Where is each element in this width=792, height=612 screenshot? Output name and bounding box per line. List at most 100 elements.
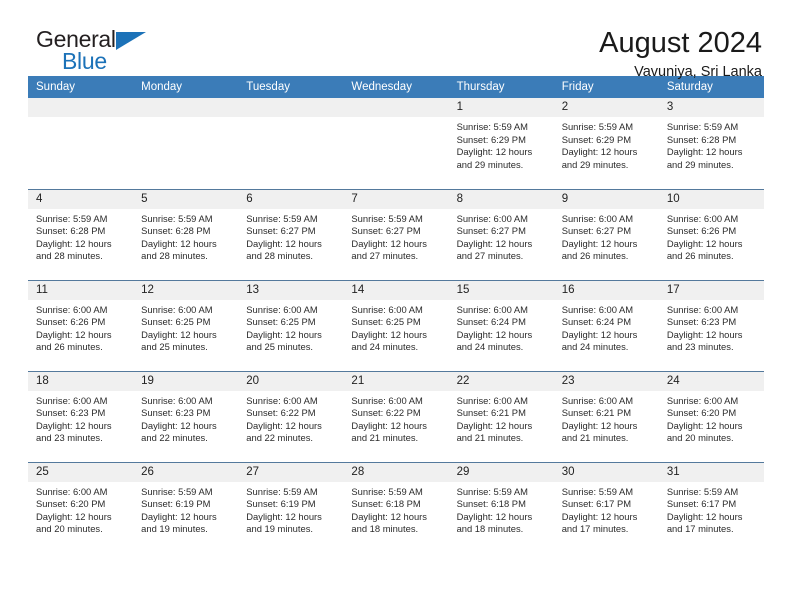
day-detail-line: Sunset: 6:18 PM [351, 498, 421, 510]
day-detail-line: and 26 minutes. [666, 250, 734, 262]
calendar-day-cell[interactable]: 5 Sunrise: 5:59 AM Sunset: 6:28 PM Daylight… [133, 188, 239, 280]
calendar-day-cell[interactable]: 2 Sunrise: 5:59 AM Sunset: 6:29 PM Daylight… [553, 98, 659, 189]
day-number: 5 [133, 189, 239, 209]
day-detail-line: Daylight: 12 hours [561, 146, 638, 158]
calendar-day-cell-empty [133, 98, 239, 189]
day-detail-line: Sunrise: 5:59 AM [36, 212, 108, 224]
calendar-day-cell[interactable]: 10 Sunrise: 6:00 AM Sunset: 6:26 PM Dayligh… [658, 188, 764, 280]
day-detail-line: and 18 minutes. [456, 523, 524, 535]
calendar-day-cell[interactable]: 26 Sunrise: 5:59 AM Sunset: 6:19 PM Dayligh… [133, 461, 239, 553]
day-number: 24 [658, 371, 764, 391]
calendar-day-cell[interactable]: 14 Sunrise: 6:00 AM Sunset: 6:25 PM Dayligh… [343, 279, 449, 371]
calendar-day-cell[interactable]: 22 Sunrise: 6:00 AM Sunset: 6:21 PM Dayligh… [448, 370, 554, 462]
calendar-day-cell[interactable]: 15 Sunrise: 6:00 AM Sunset: 6:24 PM Dayligh… [448, 279, 554, 371]
general-blue-logo[interactable]: General Blue [28, 26, 208, 78]
calendar-day-cell[interactable]: 20 Sunrise: 6:00 AM Sunset: 6:22 PM Dayligh… [238, 370, 344, 462]
day-detail-line: and 26 minutes. [561, 250, 629, 262]
day-number: 28 [343, 462, 449, 482]
calendar-day-cell[interactable]: 16 Sunrise: 6:00 AM Sunset: 6:24 PM Dayligh… [553, 279, 659, 371]
day-number: 3 [658, 98, 764, 117]
day-detail-line: and 19 minutes. [246, 523, 313, 535]
day-detail-line: Sunset: 6:21 PM [561, 407, 632, 419]
calendar-day-cell[interactable]: 17 Sunrise: 6:00 AM Sunset: 6:23 PM Dayligh… [658, 279, 764, 371]
day-detail-line: Sunset: 6:26 PM [36, 316, 106, 328]
day-details: Sunrise: 5:59 AM Sunset: 6:27 PM Daylight:… [343, 209, 448, 263]
weekday-header-sunday: Sunday [28, 76, 134, 98]
calendar-day-cell[interactable]: 19 Sunrise: 6:00 AM Sunset: 6:23 PM Dayligh… [133, 370, 239, 462]
day-detail-line: Sunset: 6:17 PM [561, 498, 632, 510]
day-detail-line: Sunset: 6:17 PM [666, 498, 737, 510]
day-details: Sunrise: 6:00 AM Sunset: 6:24 PM Daylight:… [554, 300, 659, 354]
day-number: 11 [28, 280, 134, 300]
day-detail-line: Daylight: 12 hours [36, 328, 112, 340]
calendar-day-cell[interactable]: 18 Sunrise: 6:00 AM Sunset: 6:23 PM Dayligh… [28, 370, 134, 462]
calendar-day-cell[interactable]: 4 Sunrise: 5:59 AM Sunset: 6:28 PM Daylight… [28, 188, 134, 280]
day-number [28, 98, 134, 117]
calendar-day-cell[interactable]: 29 Sunrise: 5:59 AM Sunset: 6:18 PM Dayligh… [448, 461, 554, 553]
day-detail-line: Sunset: 6:18 PM [456, 498, 526, 510]
day-detail-line: Sunset: 6:28 PM [141, 225, 211, 237]
day-details: Sunrise: 6:00 AM Sunset: 6:21 PM Daylight:… [554, 391, 659, 445]
calendar-page: General Blue August 2024 Vavuniya, Sri L… [0, 0, 792, 612]
day-detail-line: Daylight: 12 hours [36, 510, 112, 522]
calendar-day-cell[interactable]: 6 Sunrise: 5:59 AM Sunset: 6:27 PM Daylight… [238, 188, 344, 280]
day-number: 18 [28, 371, 134, 391]
day-detail-line: Sunrise: 6:00 AM [246, 394, 318, 406]
day-details: Sunrise: 6:00 AM Sunset: 6:22 PM Daylight:… [238, 391, 343, 445]
calendar-day-cell[interactable]: 28 Sunrise: 5:59 AM Sunset: 6:18 PM Dayligh… [343, 461, 449, 553]
day-detail-line: Sunset: 6:25 PM [246, 316, 316, 328]
calendar-day-cell[interactable]: 25 Sunrise: 6:00 AM Sunset: 6:20 PM Dayligh… [28, 461, 134, 553]
calendar-day-cell[interactable]: 1 Sunrise: 5:59 AM Sunset: 6:29 PM Daylight… [448, 98, 554, 189]
day-details: Sunrise: 5:59 AM Sunset: 6:19 PM Daylight:… [133, 482, 238, 536]
day-number: 30 [553, 462, 659, 482]
day-number: 20 [238, 371, 344, 391]
title-block: August 2024 Vavuniya, Sri Lanka [599, 26, 764, 83]
day-detail-line: Daylight: 12 hours [36, 419, 112, 431]
day-detail-line: and 29 minutes. [561, 158, 629, 170]
day-details: Sunrise: 6:00 AM Sunset: 6:26 PM Daylight:… [28, 300, 133, 354]
day-detail-line: Sunrise: 6:00 AM [561, 212, 634, 224]
calendar-day-cell-empty [28, 98, 134, 189]
day-detail-line: Sunset: 6:21 PM [456, 407, 526, 419]
calendar-day-cell[interactable]: 13 Sunrise: 6:00 AM Sunset: 6:25 PM Dayligh… [238, 279, 344, 371]
day-number [133, 98, 239, 117]
day-details: Sunrise: 6:00 AM Sunset: 6:23 PM Daylight:… [659, 300, 764, 354]
day-detail-line: Sunrise: 6:00 AM [456, 212, 528, 224]
calendar-day-cell[interactable]: 31 Sunrise: 5:59 AM Sunset: 6:17 PM Dayligh… [658, 461, 764, 553]
day-detail-line: and 24 minutes. [351, 341, 419, 353]
day-detail-line: Sunrise: 6:00 AM [351, 303, 423, 315]
calendar-day-cell[interactable]: 8 Sunrise: 6:00 AM Sunset: 6:27 PM Daylight… [448, 188, 554, 280]
calendar-day-cell[interactable]: 11 Sunrise: 6:00 AM Sunset: 6:26 PM Dayligh… [28, 279, 134, 371]
calendar-day-cell[interactable]: 12 Sunrise: 6:00 AM Sunset: 6:25 PM Dayligh… [133, 279, 239, 371]
day-detail-line: Daylight: 12 hours [666, 146, 743, 158]
calendar-day-cell[interactable]: 3 Sunrise: 5:59 AM Sunset: 6:28 PM Daylight… [658, 98, 764, 189]
day-number: 1 [448, 98, 554, 117]
calendar-day-cell[interactable]: 21 Sunrise: 6:00 AM Sunset: 6:22 PM Dayligh… [343, 370, 449, 462]
day-number: 16 [553, 280, 659, 300]
calendar-day-cell[interactable]: 7 Sunrise: 5:59 AM Sunset: 6:27 PM Daylight… [343, 188, 449, 280]
calendar-week-row: 25 Sunrise: 6:00 AM Sunset: 6:20 PM Dayligh… [28, 461, 764, 553]
day-details: Sunrise: 6:00 AM Sunset: 6:25 PM Daylight:… [343, 300, 448, 354]
day-detail-line: Sunrise: 6:00 AM [351, 394, 423, 406]
day-detail-line: and 29 minutes. [666, 158, 734, 170]
calendar-week-row: 18 Sunrise: 6:00 AM Sunset: 6:23 PM Dayligh… [28, 370, 764, 462]
day-details [133, 117, 238, 121]
day-detail-line: Sunset: 6:28 PM [666, 133, 737, 145]
day-detail-line: Sunset: 6:24 PM [456, 316, 526, 328]
calendar-day-cell[interactable]: 23 Sunrise: 6:00 AM Sunset: 6:21 PM Dayligh… [553, 370, 659, 462]
calendar-day-cell[interactable]: 30 Sunrise: 5:59 AM Sunset: 6:17 PM Dayligh… [553, 461, 659, 553]
day-detail-line: and 29 minutes. [456, 158, 524, 170]
day-number: 25 [28, 462, 134, 482]
day-number: 22 [448, 371, 554, 391]
day-detail-line: Sunset: 6:19 PM [246, 498, 316, 510]
day-detail-line: and 28 minutes. [141, 250, 208, 262]
calendar-day-cell[interactable]: 24 Sunrise: 6:00 AM Sunset: 6:20 PM Dayligh… [658, 370, 764, 462]
day-details: Sunrise: 6:00 AM Sunset: 6:22 PM Daylight:… [343, 391, 448, 445]
day-details: Sunrise: 5:59 AM Sunset: 6:29 PM Daylight:… [449, 117, 554, 171]
day-details: Sunrise: 6:00 AM Sunset: 6:27 PM Daylight:… [554, 209, 659, 263]
day-detail-line: and 17 minutes. [561, 523, 629, 535]
calendar-day-cell[interactable]: 27 Sunrise: 5:59 AM Sunset: 6:19 PM Dayligh… [238, 461, 344, 553]
day-detail-line: Daylight: 12 hours [141, 419, 217, 431]
day-detail-line: Sunrise: 6:00 AM [666, 303, 739, 315]
calendar-day-cell[interactable]: 9 Sunrise: 6:00 AM Sunset: 6:27 PM Daylight… [553, 188, 659, 280]
